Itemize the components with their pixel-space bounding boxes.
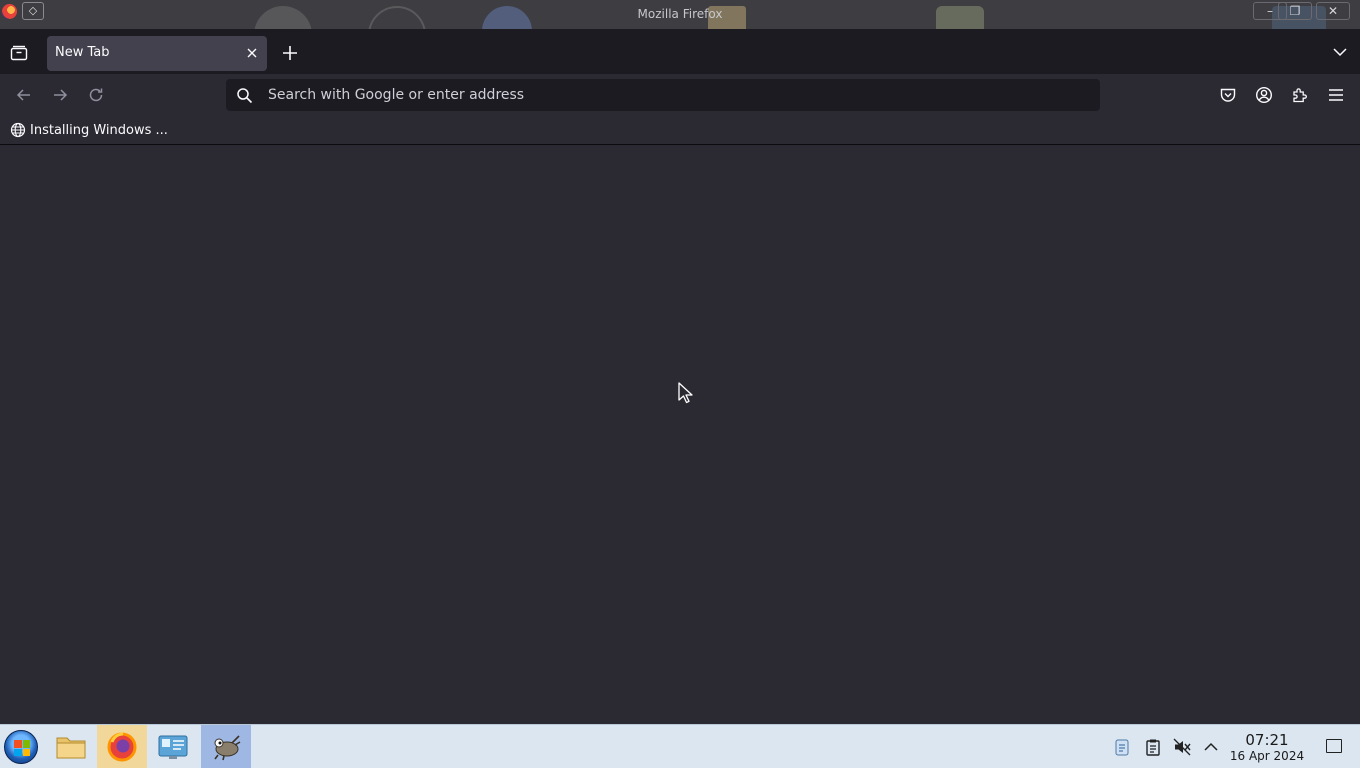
tab-list-icon[interactable] — [8, 42, 30, 64]
windows-logo-icon — [14, 740, 30, 756]
firefox-icon — [107, 732, 137, 762]
bookmark-label: Installing Windows ... — [30, 122, 168, 138]
folder-icon — [56, 737, 86, 759]
reload-icon[interactable] — [86, 85, 106, 105]
clipboard-tray-icon[interactable] — [1143, 737, 1163, 757]
url-input[interactable] — [268, 79, 1088, 111]
window-titlebar[interactable]: ◇ Mozilla Firefox – ❐ ✕ — [0, 0, 1360, 30]
bookmark-item[interactable]: Installing Windows ... — [10, 119, 168, 141]
taskbar-firefox[interactable] — [97, 725, 147, 768]
gimp-icon — [214, 735, 241, 761]
tab-new-tab[interactable]: New Tab — [47, 36, 267, 71]
arrow-left-icon[interactable] — [14, 85, 34, 105]
plus-icon[interactable] — [280, 43, 300, 63]
navigation-toolbar — [0, 74, 1360, 116]
bookmarks-toolbar: Installing Windows ... — [0, 116, 1360, 145]
show-desktop-button[interactable] — [1326, 739, 1342, 753]
taskbar-gimp[interactable] — [201, 725, 251, 768]
puzzle-icon[interactable] — [1290, 85, 1310, 105]
close-window-button[interactable]: ✕ — [1316, 2, 1350, 20]
control-panel-icon — [158, 735, 188, 759]
taskbar-control-panel[interactable] — [148, 725, 198, 768]
window-title: Mozilla Firefox — [637, 7, 723, 21]
desktop-screen: ◇ Mozilla Firefox – ❐ ✕ New Tab Search w… — [0, 0, 1360, 768]
tab-strip: New Tab — [0, 30, 1360, 74]
mouse-cursor-icon — [678, 382, 693, 404]
chevron-up-icon[interactable] — [1201, 737, 1221, 757]
chevron-down-icon[interactable] — [1332, 44, 1348, 60]
close-icon[interactable] — [244, 45, 260, 61]
volume-muted-icon[interactable] — [1172, 737, 1192, 757]
address-bar[interactable] — [226, 79, 1100, 111]
start-button[interactable] — [4, 730, 38, 764]
clock-time: 07:21 — [1245, 731, 1289, 749]
search-icon — [237, 88, 253, 104]
arrow-right-icon[interactable] — [50, 85, 70, 105]
network-tray-icon[interactable] — [1112, 737, 1132, 757]
account-icon[interactable] — [1254, 85, 1274, 105]
maximize-button[interactable]: ❐ — [1278, 2, 1312, 20]
clock-date: 16 Apr 2024 — [1229, 749, 1305, 763]
tab-label: New Tab — [55, 45, 110, 60]
taskbar-clock[interactable]: 07:21 16 Apr 2024 — [1226, 732, 1308, 764]
globe-icon — [10, 122, 26, 138]
taskbar: 07:21 16 Apr 2024 — [0, 724, 1360, 768]
page-content[interactable] — [0, 145, 1360, 724]
taskbar-file-manager[interactable] — [46, 725, 96, 768]
pocket-icon[interactable] — [1218, 85, 1238, 105]
hamburger-menu-icon[interactable] — [1326, 85, 1346, 105]
